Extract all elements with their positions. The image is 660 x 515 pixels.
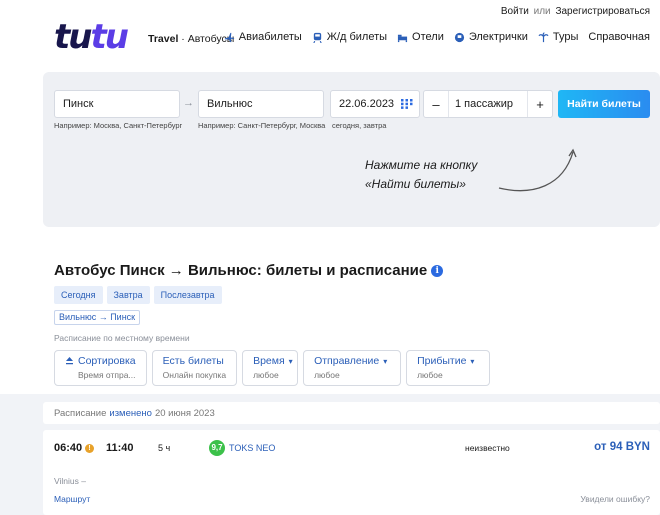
price-button[interactable]: от 94 BYN <box>594 441 650 453</box>
callout-line-2: «Найти билеты» <box>365 177 466 191</box>
nav-item-tours[interactable]: Туры <box>538 31 579 43</box>
schedule-update-bar: Расписание изменено 20 июня 2023 <box>43 402 660 424</box>
callout-line-1: Нажмите на кнопку <box>365 158 478 172</box>
page-title-text: Автобус Пинск → Вильнюс: билеты и распис… <box>54 262 428 279</box>
calendar-icon <box>401 99 413 109</box>
to-field[interactable]: Вильнюс <box>198 90 324 118</box>
train-icon <box>312 32 323 43</box>
passengers-value[interactable]: 1 пассажир <box>448 91 528 117</box>
page-title: Автобус Пинск → Вильнюс: билеты и распис… <box>54 262 444 279</box>
filter-arrival-title: Прибытие <box>417 355 467 367</box>
tab-today[interactable]: Сегодня <box>54 286 103 304</box>
to-value: Вильнюс <box>207 98 253 110</box>
hotel-icon <box>397 32 408 43</box>
filter-time-value: любое <box>253 370 279 380</box>
logo-part-2: tu <box>90 17 128 57</box>
nav-item-help[interactable]: Справочная <box>588 31 650 43</box>
route-link[interactable]: Маршрут <box>54 494 90 504</box>
date-hint: сегодня, завтра <box>332 121 387 130</box>
nav-label: Электрички <box>468 31 528 43</box>
search-panel: Пинск Например: Москва, Санкт-Петербург … <box>43 72 660 227</box>
login-link[interactable]: Войти <box>501 6 529 17</box>
passengers-plus-button[interactable]: + <box>528 97 552 112</box>
brand-travel: Travel <box>148 33 179 45</box>
arrival-time: 11:40 <box>106 442 134 454</box>
nav-item-trains[interactable]: Ж/д билеты <box>312 31 387 43</box>
filter-time-title: Время <box>253 355 285 367</box>
trip-card[interactable]: 06:40 ! 11:40 5 ч 9,7 TOKS NEO неизвестн… <box>43 430 660 515</box>
chevron-down-icon: ▾ <box>383 356 388 366</box>
tab-tomorrow[interactable]: Завтра <box>106 286 150 304</box>
filter-sort-title: Сортировка <box>78 355 136 367</box>
info-icon[interactable]: i <box>431 265 444 277</box>
from-hint: Например: Москва, Санкт-Петербург <box>54 121 183 130</box>
filter-sort[interactable]: Сортировка Время отпра... <box>54 350 147 386</box>
warning-icon[interactable]: ! <box>85 444 94 453</box>
departure-time: 06:40 <box>54 442 83 454</box>
filter-available[interactable]: Есть билеты Онлайн покупка <box>151 350 238 386</box>
palm-icon <box>538 31 549 43</box>
from-value: Пинск <box>63 98 94 110</box>
auth-links: Войти или Зарегистрироваться <box>501 6 650 17</box>
brand-section: Travel · Автобусы <box>148 33 234 45</box>
day-tabs: Сегодня Завтра Послезавтра <box>54 286 222 304</box>
departure-stop: Vilnius – <box>54 476 86 486</box>
date-value: 22.06.2023 <box>339 98 395 110</box>
register-link[interactable]: Зарегистрироваться <box>555 6 650 17</box>
main-nav: Авиабилеты Ж/д билеты Отели Электрички Т… <box>224 31 650 43</box>
filters-bar: Сортировка Время отпра... Есть билеты Он… <box>54 350 491 386</box>
filter-available-title: Есть билеты <box>162 355 224 367</box>
nav-label: Ж/д билеты <box>326 31 388 43</box>
carrier-link[interactable]: TOKS NEO <box>229 443 275 453</box>
nav-label: Авиабилеты <box>238 31 302 43</box>
nav-label: Туры <box>552 31 579 43</box>
nav-item-hotels[interactable]: Отели <box>397 31 444 43</box>
filter-departure[interactable]: Отправление ▾ любое <box>303 350 402 386</box>
filter-arrival-value: любое <box>417 370 443 380</box>
from-field[interactable]: Пинск <box>54 90 180 118</box>
trip-duration: 5 ч <box>158 443 171 453</box>
carrier-rating-badge: 9,7 <box>209 440 225 456</box>
filter-available-value: Онлайн покупка <box>162 370 227 380</box>
logo-part-1: tu <box>54 17 92 57</box>
curved-arrow-icon <box>498 148 577 192</box>
commuter-train-icon <box>454 32 465 43</box>
chevron-down-icon: ▾ <box>470 356 475 366</box>
schedule-changed-link[interactable]: изменено <box>109 408 152 419</box>
nav-item-flights[interactable]: Авиабилеты <box>224 31 302 43</box>
direction-arrow-icon[interactable]: → <box>183 97 194 109</box>
tab-day-after-tomorrow[interactable]: Послезавтра <box>153 286 222 304</box>
nav-label: Отели <box>412 31 444 43</box>
chevron-down-icon: ▾ <box>288 356 293 366</box>
sort-icon <box>66 356 73 364</box>
plane-icon <box>224 32 235 43</box>
passengers-minus-button[interactable]: – <box>424 97 448 112</box>
find-tickets-button[interactable]: Найти билеты <box>558 90 650 118</box>
report-error-link[interactable]: Увидели ошибку? <box>580 494 650 504</box>
auth-or-text: или <box>533 6 551 17</box>
tutu-logo[interactable]: tutu <box>54 20 129 54</box>
timezone-note: Расписание по местному времени <box>54 333 190 343</box>
to-hint: Например: Санкт-Петербург, Москва <box>198 121 326 130</box>
schedule-prefix: Расписание <box>54 407 107 419</box>
filter-sort-value: Время отпра... <box>78 370 136 380</box>
date-field[interactable]: 22.06.2023 <box>330 90 420 118</box>
nav-label: Справочная <box>588 31 650 43</box>
filter-departure-value: любое <box>314 370 340 380</box>
filter-arrival[interactable]: Прибытие ▾ любое <box>406 350 491 386</box>
reverse-route-link[interactable]: Вильнюс → Пинск <box>54 310 141 325</box>
filter-time[interactable]: Время ▾ любое <box>242 350 299 386</box>
passengers-stepper: – 1 пассажир + <box>423 90 553 118</box>
nav-item-commuter-trains[interactable]: Электрички <box>454 31 528 43</box>
filter-departure-title: Отправление <box>314 355 380 367</box>
schedule-date: 20 июня 2023 <box>154 407 215 419</box>
callout-text: Нажмите на кнопку «Найти билеты» <box>365 156 477 194</box>
seat-availability: неизвестно <box>465 443 510 453</box>
